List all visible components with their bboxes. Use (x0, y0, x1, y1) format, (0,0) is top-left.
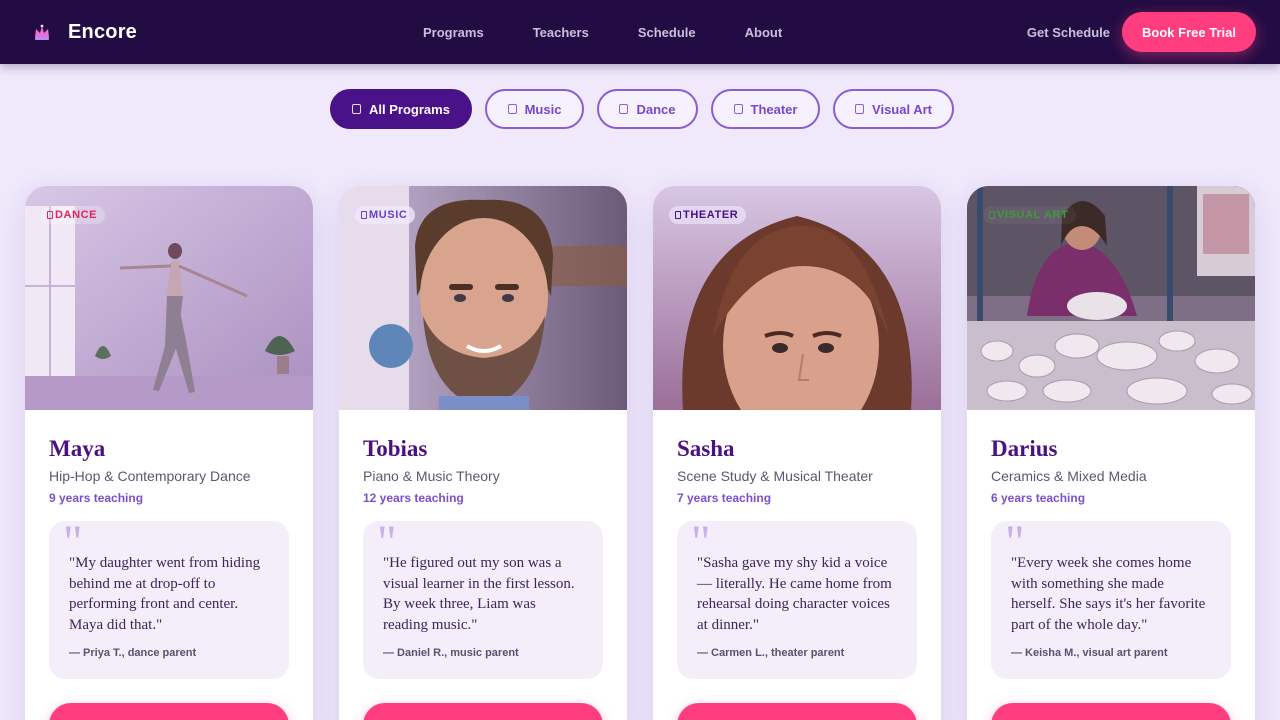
testimonial-author: — Carmen L., theater parent (697, 647, 845, 659)
filter-dance[interactable]: Dance (597, 89, 698, 129)
category-badge: THEATER (669, 206, 747, 224)
quote-icon: " (691, 516, 711, 569)
testimonial: " "He figured out my son was a visual le… (363, 516, 603, 679)
nav-actions: Get Schedule Book Free Trial (1027, 0, 1256, 64)
testimonial-text: "Sasha gave my shy kid a voice — literal… (697, 555, 892, 633)
teacher-subject: Ceramics & Mixed Media (991, 468, 1147, 484)
quote-icon: " (377, 516, 397, 569)
teacher-subject: Piano & Music Theory (363, 468, 500, 484)
category-badge: DANCE (41, 206, 106, 224)
teacher-card: THEATER Sasha Scene Study & Musical Thea… (653, 186, 941, 720)
testimonial-author: — Daniel R., music parent (383, 647, 519, 659)
teacher-experience: 12 years teaching (363, 491, 464, 505)
tag-icon (352, 104, 362, 114)
teacher-photo: MUSIC (339, 186, 627, 410)
quote-icon: " (1005, 516, 1025, 569)
teacher-photo: VISUAL ART (967, 186, 1255, 410)
teacher-photo: THEATER (653, 186, 941, 410)
quote-icon: " (63, 516, 83, 569)
teacher-card: MUSIC Tobias Piano & Music Theory 12 yea… (339, 186, 627, 720)
testimonial-text: "Every week she comes home with somethin… (1011, 555, 1206, 633)
brand[interactable]: Encore (32, 0, 137, 64)
teacher-name: Sasha (677, 436, 735, 461)
teacher-card: VISUAL ART Darius Ceramics & Mixed Media… (967, 186, 1255, 720)
top-navbar: Encore Programs Teachers Schedule About … (0, 0, 1280, 64)
teacher-card: DANCE Maya Hip-Hop & Contemporary Dance … (25, 186, 313, 720)
testimonial-text: "He figured out my son was a visual lear… (383, 555, 575, 633)
category-badge: VISUAL ART (983, 206, 1077, 224)
brand-name: Encore (68, 20, 138, 43)
filter-label: All Programs (369, 101, 450, 117)
teacher-experience: 6 years teaching (991, 491, 1086, 505)
filter-visual-art[interactable]: Visual Art (833, 89, 954, 129)
testimonial: " "Every week she comes home with someth… (991, 516, 1231, 679)
program-filters: All Programs Music Dance Theater Visual … (330, 89, 967, 129)
teacher-cta-button[interactable] (363, 703, 603, 720)
teacher-subject: Scene Study & Musical Theater (677, 468, 873, 484)
filter-label: Dance (636, 101, 676, 117)
testimonial: " "Sasha gave my shy kid a voice — liter… (677, 516, 917, 679)
tag-icon (855, 104, 865, 114)
teacher-experience: 9 years teaching (49, 491, 144, 505)
testimonial-author: — Keisha M., visual art parent (1011, 647, 1168, 659)
teacher-name: Darius (991, 436, 1058, 461)
tag-icon (619, 104, 629, 114)
tag-icon (675, 211, 681, 219)
badge-label: THEATER (683, 209, 739, 221)
teacher-name: Maya (49, 436, 106, 461)
tag-icon (733, 104, 743, 114)
category-badge: MUSIC (355, 206, 416, 224)
nav-programs[interactable]: Programs (406, 25, 484, 40)
filter-music[interactable]: Music (485, 89, 584, 129)
badge-label: MUSIC (369, 209, 408, 221)
nav-schedule[interactable]: Schedule (622, 25, 696, 40)
filter-all-programs[interactable]: All Programs (330, 89, 472, 129)
teacher-cta-button[interactable] (991, 703, 1231, 720)
filter-label: Theater (750, 101, 798, 117)
filter-label: Music (524, 101, 562, 117)
nav-about[interactable]: About (729, 25, 783, 40)
badge-label: DANCE (55, 209, 98, 221)
nav-teachers[interactable]: Teachers (517, 25, 589, 40)
filter-theater[interactable]: Theater (711, 89, 820, 129)
tag-icon (361, 211, 367, 219)
teacher-cta-button[interactable] (677, 703, 917, 720)
tag-icon (989, 211, 995, 219)
teacher-name: Tobias (363, 436, 428, 461)
get-schedule-link[interactable]: Get Schedule (1027, 25, 1110, 40)
testimonial-text: "My daughter went from hiding behind me … (69, 555, 261, 633)
book-free-trial-button[interactable]: Book Free Trial (1122, 12, 1256, 52)
tag-icon (507, 104, 517, 114)
badge-label: VISUAL ART (997, 209, 1069, 221)
main-nav: Programs Teachers Schedule About (406, 0, 815, 64)
testimonial-author: — Priya T., dance parent (69, 647, 197, 659)
teacher-photo: DANCE (25, 186, 313, 410)
teacher-cta-button[interactable] (49, 703, 289, 720)
tag-icon (47, 211, 53, 219)
testimonial: " "My daughter went from hiding behind m… (49, 516, 289, 679)
filter-label: Visual Art (872, 101, 932, 117)
crown-icon (35, 24, 49, 40)
teacher-subject: Hip-Hop & Contemporary Dance (49, 468, 251, 484)
teacher-experience: 7 years teaching (677, 491, 772, 505)
